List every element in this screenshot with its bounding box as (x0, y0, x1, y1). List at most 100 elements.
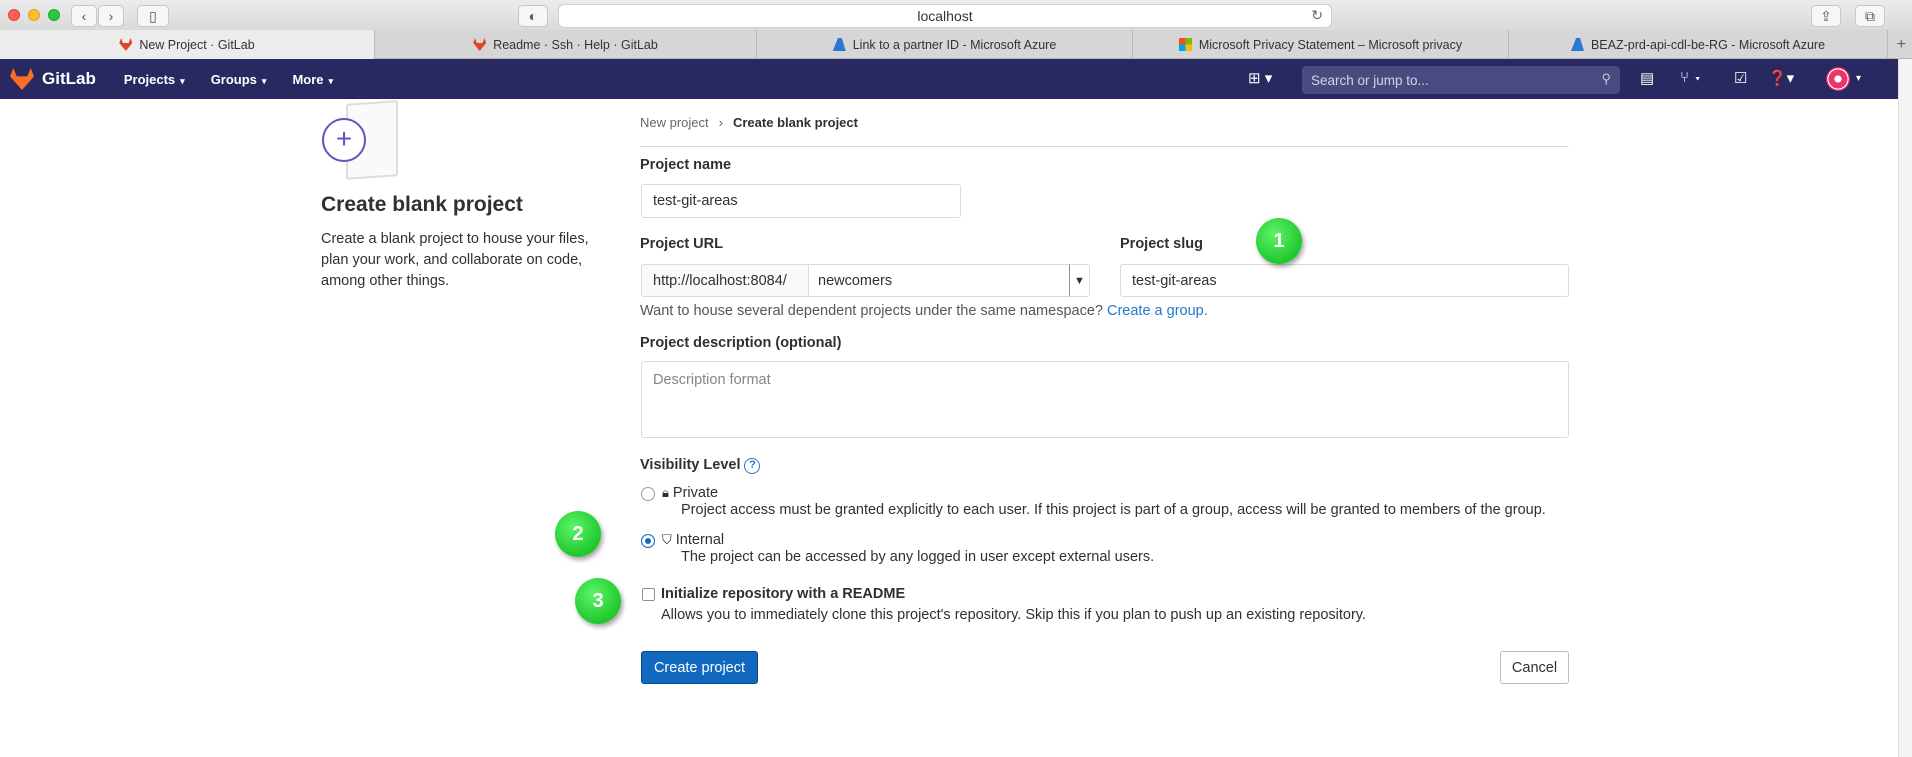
share-button[interactable]: ⇪ (1811, 5, 1841, 27)
namespace-select[interactable]: newcomers (808, 264, 1070, 297)
brand-text: GitLab (42, 69, 96, 88)
blank-project-illustration: + (318, 100, 402, 180)
readme-desc: Allows you to immediately clone this pro… (661, 607, 1367, 623)
project-slug-input[interactable]: test-git-areas (1120, 264, 1569, 297)
tab-ms-privacy[interactable]: Microsoft Privacy Statement – Microsoft … (1133, 30, 1509, 59)
forward-button[interactable]: › (98, 5, 124, 27)
todos-icon[interactable]: ☑ (1734, 69, 1747, 87)
new-item-icon[interactable]: ⊞ ▾ (1248, 69, 1272, 87)
project-name-input[interactable]: test-git-areas (641, 184, 961, 218)
tab-overview-button[interactable]: ⧉ (1855, 5, 1885, 27)
divider (640, 146, 1569, 147)
description-textarea[interactable]: Description format (641, 361, 1569, 438)
avatar[interactable] (1826, 67, 1850, 91)
cancel-button[interactable]: Cancel (1500, 651, 1569, 684)
namespace-help: Want to house several dependent projects… (640, 303, 1103, 319)
gitlab-icon (473, 38, 487, 51)
tab-label: Microsoft Privacy Statement – Microsoft … (1198, 37, 1463, 52)
annotation-marker-3: 3 (575, 578, 621, 624)
nav-label: Projects (123, 71, 176, 87)
chevron-down-icon: ▾ (328, 75, 334, 86)
create-project-button[interactable]: Create project (641, 651, 758, 684)
minimize-window-button[interactable] (28, 9, 40, 21)
nav-projects[interactable]: Projects ▾ (124, 72, 185, 87)
tab-beaz[interactable]: BEAZ-prd-api-cdl-be-RG - Microsoft Azure (1509, 30, 1888, 59)
create-group-link[interactable]: Create a group. (1107, 303, 1208, 319)
browser-titlebar: ‹ › ▯ ◐ localhost ↻ ⇪ ⧉ (0, 0, 1912, 30)
back-button[interactable]: ‹ (71, 5, 97, 27)
nav-groups[interactable]: Groups ▾ (211, 72, 267, 87)
visibility-label-text: Visibility Level (640, 457, 741, 473)
visibility-label: Visibility Level? (640, 457, 761, 474)
project-url-label: Project URL (640, 236, 723, 252)
page-scrollbar[interactable] (1898, 59, 1912, 757)
tabs-icon: ⧉ (1865, 7, 1875, 24)
breadcrumb-current: Create blank project (732, 115, 858, 130)
breadcrumb: New project › Create blank project (640, 115, 858, 130)
page-title: Create blank project (321, 193, 523, 216)
browser-tab-bar: New Project · GitLab Readme · Ssh · Help… (0, 30, 1912, 59)
gitlab-icon (119, 38, 133, 51)
nav-label: Groups (210, 71, 257, 87)
tab-new-project[interactable]: New Project · GitLab (0, 30, 375, 59)
visibility-private-radio[interactable] (641, 487, 655, 501)
chevron-down-icon: ▼ (1074, 274, 1085, 287)
reload-icon[interactable]: ↻ (1311, 7, 1323, 24)
readme-label: Initialize repository with a README (661, 586, 906, 602)
lock-icon: 🔒︎ (662, 485, 669, 500)
chevron-right-icon: › (108, 8, 114, 24)
gitlab-logo[interactable]: GitLab (10, 68, 96, 90)
azure-icon (1570, 38, 1584, 51)
gitlab-tanuki-icon (10, 68, 34, 90)
private-label: Private (672, 485, 719, 501)
visibility-private-desc: Project access must be granted explicitl… (681, 502, 1546, 518)
new-tab-icon[interactable]: + (1897, 36, 1906, 54)
sidebar-icon: ▯ (149, 7, 157, 24)
plus-icon: + (322, 118, 366, 162)
gitlab-top-nav: GitLab Projects ▾ Groups ▾ More ▾ ⊞ ▾ Searc… (0, 59, 1898, 99)
privacy-shield-button[interactable]: ◐ (518, 5, 548, 27)
sidebar-toggle-button[interactable]: ▯ (137, 5, 169, 27)
visibility-private-title: 🔒︎ Private (662, 485, 718, 501)
question-icon[interactable]: ? (744, 458, 761, 474)
close-window-button[interactable] (8, 9, 20, 21)
url-prefix: http://localhost:8084/ (641, 264, 809, 297)
description-label: Project description (optional) (640, 335, 842, 351)
tab-label: Link to a partner ID - Microsoft Azure (852, 37, 1057, 52)
namespace-help-text: Want to house several dependent projects… (640, 303, 1208, 319)
address-bar[interactable]: localhost ↻ (558, 4, 1332, 28)
chevron-down-icon: ▾ (261, 75, 267, 86)
internal-label: Internal (675, 532, 725, 548)
namespace-dropdown-button[interactable]: ▼ (1069, 264, 1090, 297)
merge-requests-icon[interactable]: ⑂ ▾ (1680, 69, 1702, 86)
address-text: localhost (917, 8, 973, 24)
project-slug-label: Project slug (1120, 236, 1203, 252)
chevron-down-icon[interactable]: ▾ (1856, 73, 1861, 84)
issues-icon[interactable]: ▤ (1640, 69, 1654, 87)
annotation-marker-2: 2 (555, 511, 601, 557)
annotation-marker-1: 1 (1256, 218, 1302, 264)
tab-readme[interactable]: Readme · Ssh · Help · GitLab (375, 30, 757, 59)
page-description: Create a blank project to house your fil… (321, 231, 589, 289)
tab-azure-partner[interactable]: Link to a partner ID - Microsoft Azure (757, 30, 1133, 59)
visibility-internal-radio[interactable] (641, 534, 655, 548)
tab-label: New Project · GitLab (139, 37, 255, 52)
search-icon: ⚲ (1601, 71, 1611, 86)
readme-checkbox[interactable] (642, 588, 655, 601)
azure-icon (832, 38, 846, 51)
nav-label: More (292, 71, 324, 87)
zoom-window-button[interactable] (48, 9, 60, 21)
share-icon: ⇪ (1820, 7, 1832, 24)
breadcrumb-new-project[interactable]: New project (640, 115, 709, 130)
microsoft-icon (1178, 38, 1192, 51)
help-icon[interactable]: ❓▾ (1768, 69, 1794, 87)
search-input[interactable]: Search or jump to... ⚲ (1302, 66, 1620, 94)
chevron-left-icon: ‹ (81, 8, 87, 24)
shield-icon: ⛉ (662, 532, 672, 547)
nav-more[interactable]: More ▾ (292, 72, 333, 87)
visibility-internal-title: ⛉ Internal (662, 532, 724, 548)
search-placeholder: Search or jump to... (1311, 72, 1429, 88)
visibility-internal-desc: The project can be accessed by any logge… (681, 549, 1155, 565)
chevron-right-icon: › (718, 115, 723, 130)
chevron-down-icon: ▾ (180, 75, 185, 86)
